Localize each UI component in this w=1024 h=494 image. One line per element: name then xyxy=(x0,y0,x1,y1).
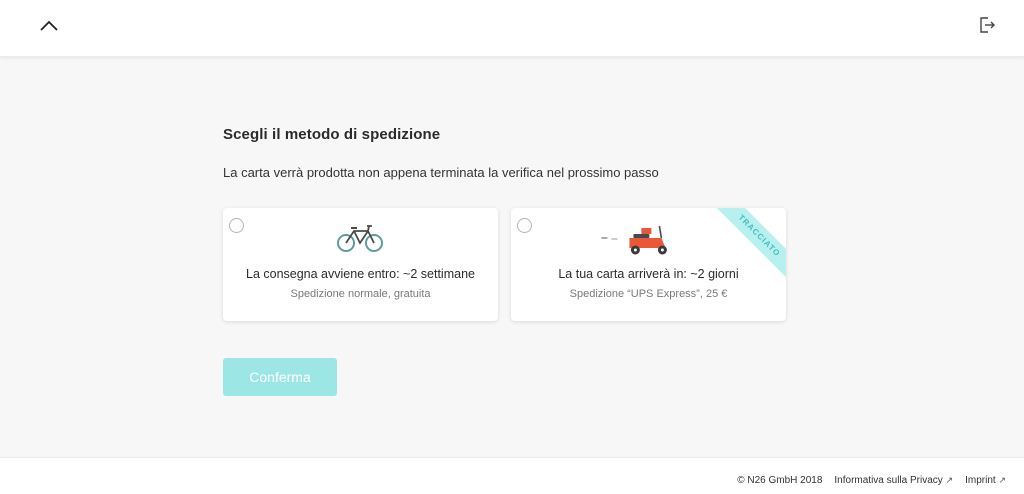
radio-express[interactable] xyxy=(517,218,532,233)
option-title: La tua carta arriverà in: ~2 giorni xyxy=(558,267,739,281)
option-subtitle: Spedizione normale, gratuita xyxy=(290,288,431,300)
shipping-option-express[interactable]: TRACCIATO La tua carta arriverà in: ~2 g… xyxy=(511,208,786,321)
page-subtitle: La carta verrà prodotta non appena termi… xyxy=(223,165,659,180)
page-title: Scegli il metodo di spedizione xyxy=(223,126,441,143)
option-title: La consegna avviene entro: ~2 settimane xyxy=(246,267,475,281)
bicycle-icon xyxy=(336,224,386,259)
footer-links: © N26 GmbH 2018 Informativa sulla Privac… xyxy=(737,475,1006,486)
scooter-icon xyxy=(599,224,679,261)
privacy-link-label: Informativa sulla Privacy xyxy=(834,475,943,486)
imprint-link[interactable]: Imprint ↗ xyxy=(965,475,1006,486)
chevron-up-icon xyxy=(40,20,58,31)
footer: © N26 GmbH 2018 Informativa sulla Privac… xyxy=(0,457,1024,494)
external-link-icon: ↗ xyxy=(945,475,954,485)
shipping-section: Scegli il metodo di spedizione La carta … xyxy=(223,126,786,321)
top-bar xyxy=(0,0,1024,57)
shipping-option-standard[interactable]: La consegna avviene entro: ~2 settimane … xyxy=(223,208,498,321)
logout-button[interactable] xyxy=(976,14,998,36)
radio-standard[interactable] xyxy=(229,218,244,233)
logout-icon xyxy=(980,17,995,33)
imprint-link-label: Imprint xyxy=(965,475,996,486)
copyright-text: © N26 GmbH 2018 xyxy=(737,475,823,486)
privacy-link[interactable]: Informativa sulla Privacy ↗ xyxy=(834,475,953,486)
external-link-icon: ↗ xyxy=(998,475,1006,485)
collapse-button[interactable] xyxy=(36,14,62,38)
option-subtitle: Spedizione “UPS Express”, 25 € xyxy=(569,288,728,300)
confirm-button[interactable]: Conferma xyxy=(223,358,337,396)
